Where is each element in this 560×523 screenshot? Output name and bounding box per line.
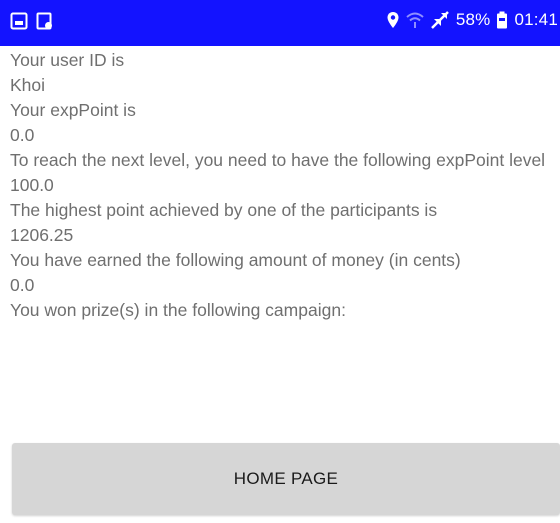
status-bar: 58% 01:41 [0,0,560,46]
profile-content: Your user ID is Khoi Your expPoint is 0.… [10,48,555,323]
next-level-label: To reach the next level, you need to hav… [10,150,546,170]
status-bar-left [10,12,54,30]
status-bar-right: 58% 01:41 [386,10,558,30]
highest-point-label: The highest point achieved by one of the… [10,200,438,220]
airplane-icon [430,10,450,30]
user-id-label: Your user ID is [10,50,125,70]
image-icon [10,12,28,30]
money-earned-value: 0.0 [10,275,35,295]
prize-campaign-label: You won prize(s) in the following campai… [10,300,346,320]
gallery-icon [36,12,54,30]
exp-point-label: Your expPoint is [10,100,136,120]
battery-icon [496,11,508,29]
home-page-button[interactable]: HOME PAGE [12,443,560,515]
clock: 01:41 [514,10,558,29]
user-id-value: Khoi [10,75,46,95]
battery-percent: 58% [455,10,491,29]
exp-point-value: 0.0 [10,125,35,145]
wifi-icon [406,11,424,29]
next-level-value: 100.0 [10,175,54,195]
money-earned-label: You have earned the following amount of … [10,250,461,270]
highest-point-value: 1206.25 [10,225,74,245]
location-icon [386,11,400,29]
